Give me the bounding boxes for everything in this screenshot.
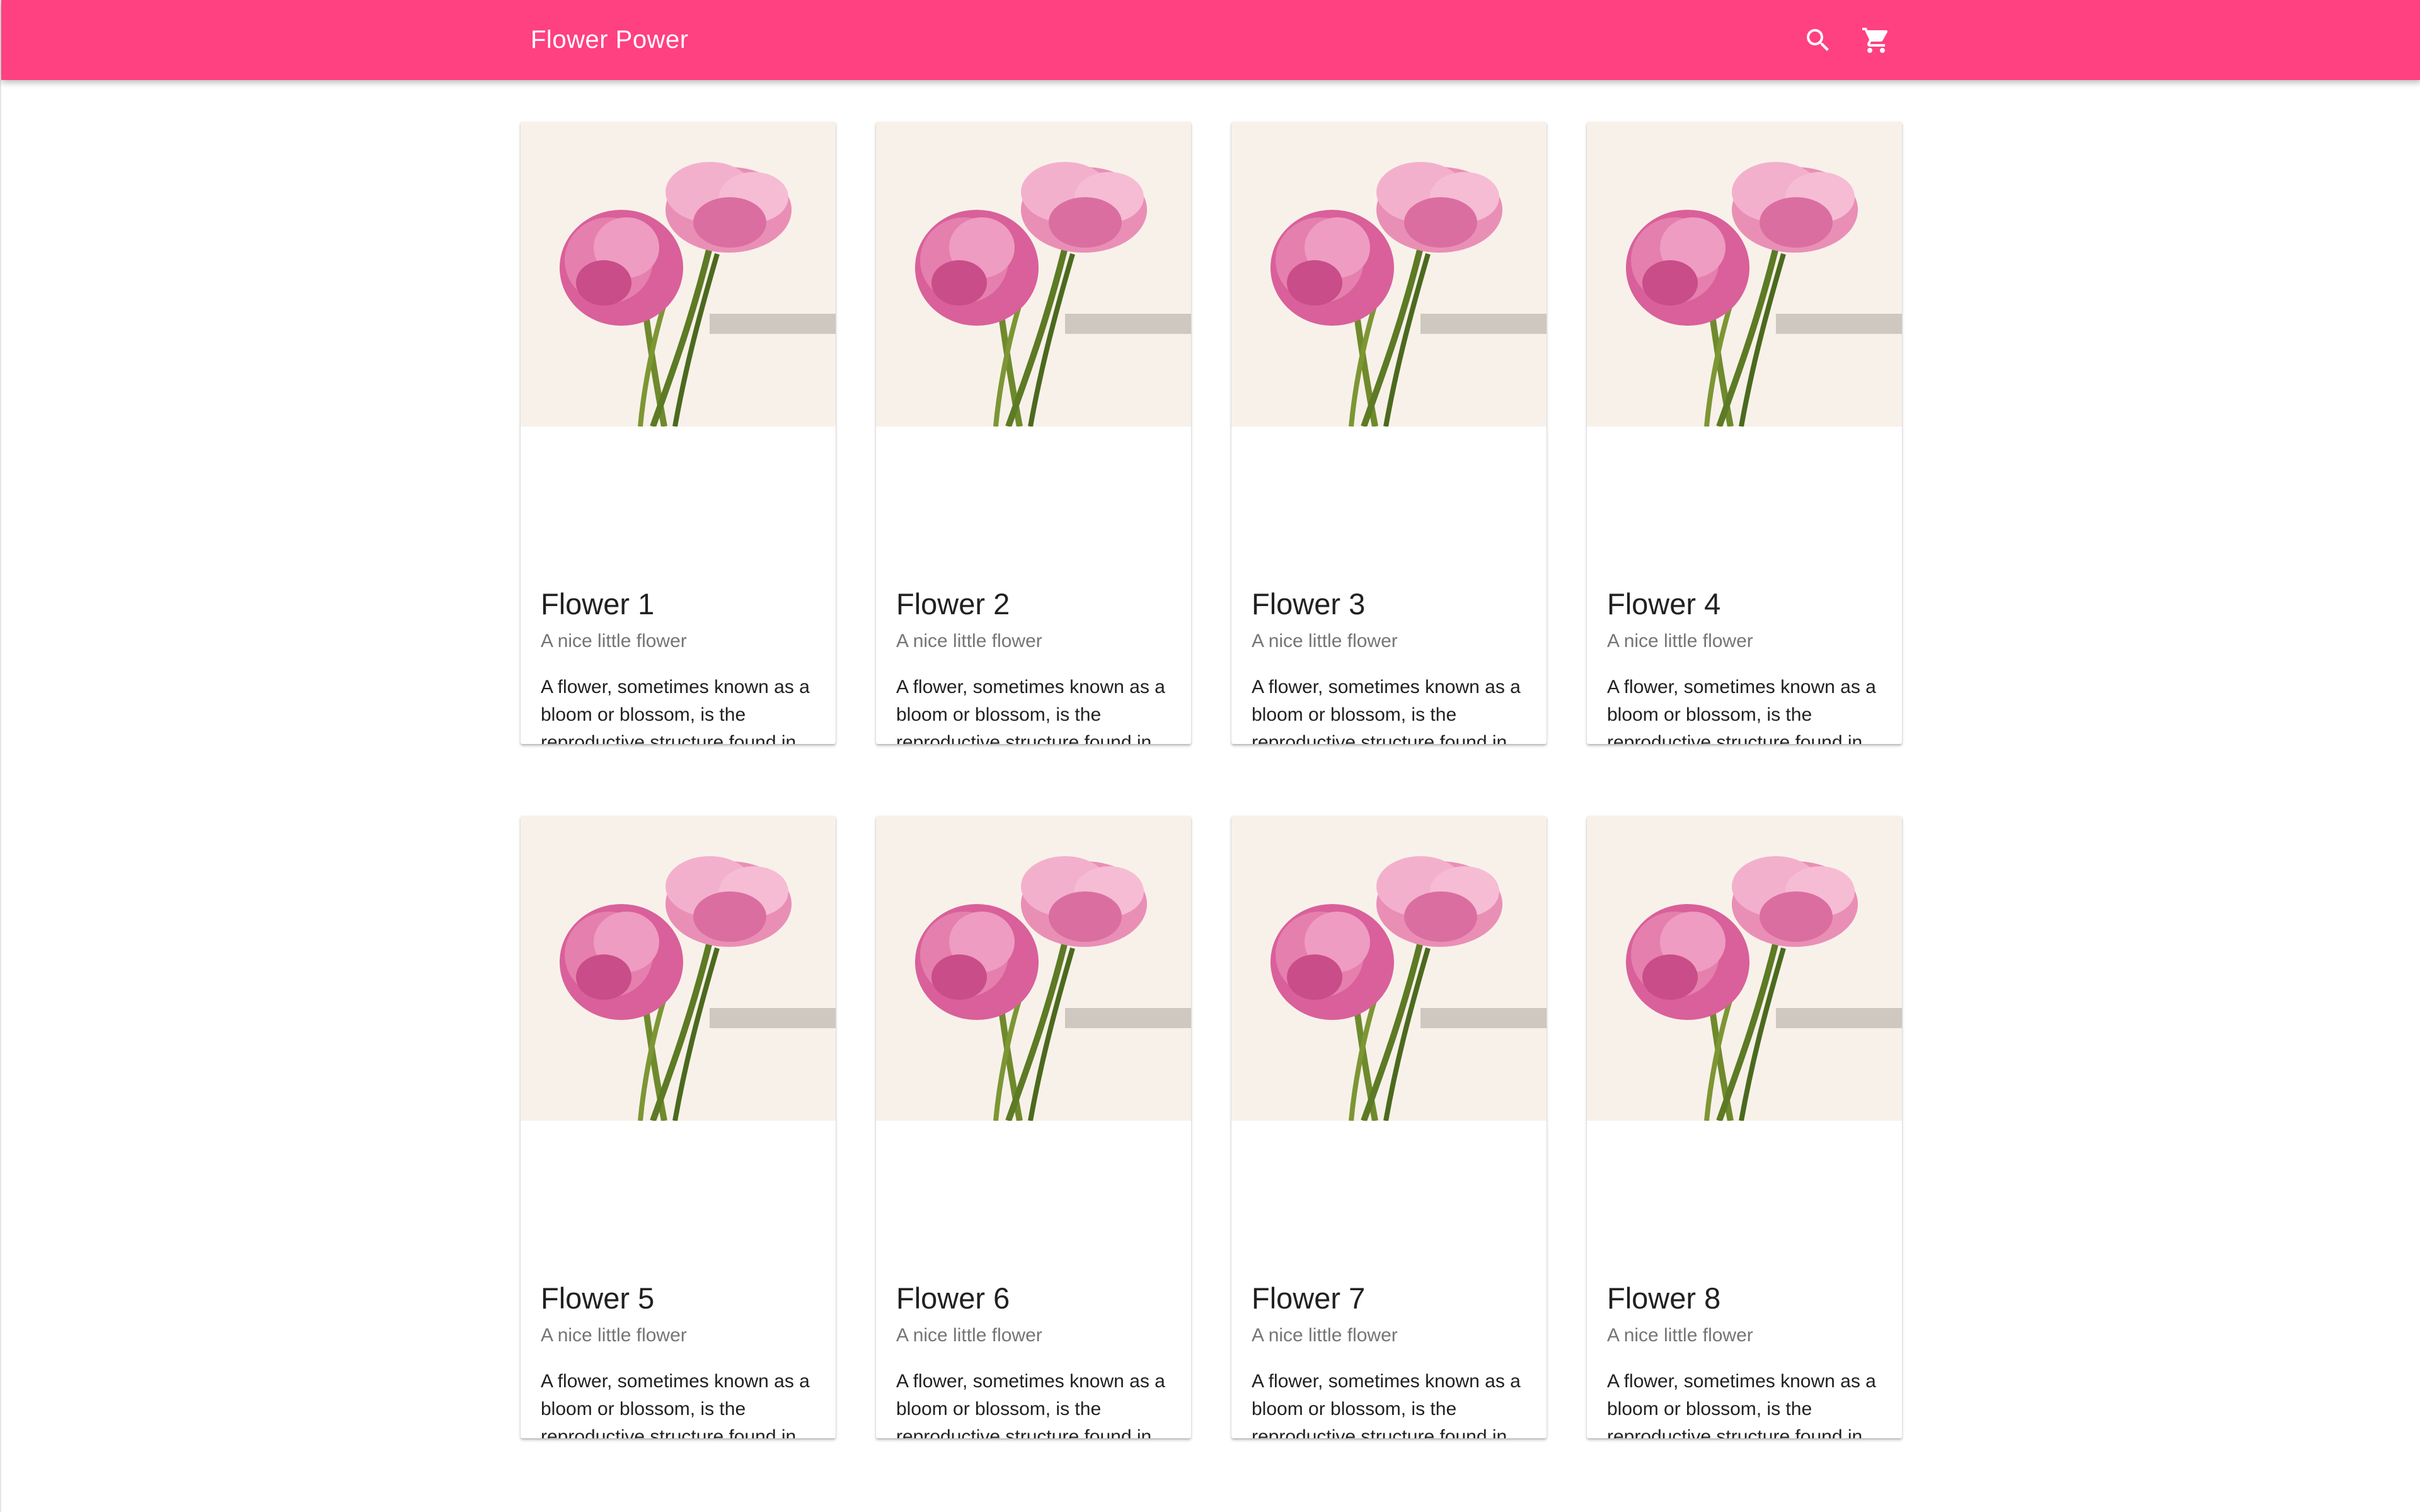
app-title: Flower Power bbox=[531, 26, 689, 54]
card-title: Flower 5 bbox=[541, 1281, 655, 1315]
card-title: Flower 6 bbox=[896, 1281, 1010, 1315]
product-card: Flower 5 A nice little flower A flower, … bbox=[521, 816, 836, 1438]
card-description: A flower, sometimes known as a bloom or … bbox=[1252, 677, 1521, 744]
product-card: Flower 7 A nice little flower A flower, … bbox=[1231, 816, 1547, 1438]
search-icon bbox=[1807, 29, 1829, 51]
card-title: Flower 7 bbox=[1252, 1281, 1366, 1315]
flower-image bbox=[1231, 122, 1547, 427]
product-card: Flower 8 A nice little flower A flower, … bbox=[1587, 816, 1902, 1438]
flower-image bbox=[1587, 816, 1902, 1121]
card-subtitle: A nice little flower bbox=[541, 631, 687, 651]
card-title: Flower 4 bbox=[1607, 587, 1721, 621]
card-subtitle: A nice little flower bbox=[896, 631, 1042, 651]
card-subtitle: A nice little flower bbox=[896, 1325, 1042, 1346]
card-description: A flower, sometimes known as a bloom or … bbox=[896, 677, 1165, 744]
card-description: A flower, sometimes known as a bloom or … bbox=[896, 1371, 1165, 1438]
product-grid: Flower 1 A nice little flower A flower, … bbox=[521, 122, 1902, 1438]
shopping-cart-icon bbox=[1862, 28, 1888, 53]
flower-image bbox=[1231, 816, 1547, 1121]
card-title: Flower 8 bbox=[1607, 1281, 1721, 1315]
product-card: Flower 6 A nice little flower A flower, … bbox=[876, 816, 1191, 1438]
flower-image bbox=[521, 816, 836, 1121]
card-title: Flower 1 bbox=[541, 587, 655, 621]
product-card: Flower 3 A nice little flower A flower, … bbox=[1231, 122, 1547, 744]
product-card: Flower 4 A nice little flower A flower, … bbox=[1587, 122, 1902, 744]
card-title: Flower 2 bbox=[896, 587, 1010, 621]
search-button[interactable] bbox=[1799, 21, 1837, 59]
product-card: Flower 2 A nice little flower A flower, … bbox=[876, 122, 1191, 744]
card-subtitle: A nice little flower bbox=[1607, 631, 1753, 651]
flower-image bbox=[521, 122, 836, 427]
flower-image bbox=[1587, 122, 1902, 427]
app-toolbar: Flower Power bbox=[1, 0, 2420, 80]
card-subtitle: A nice little flower bbox=[541, 1325, 687, 1346]
cart-button[interactable] bbox=[1857, 21, 1895, 59]
card-subtitle: A nice little flower bbox=[1252, 1325, 1398, 1346]
flower-image bbox=[876, 816, 1191, 1121]
card-description: A flower, sometimes known as a bloom or … bbox=[541, 1371, 810, 1438]
product-card: Flower 1 A nice little flower A flower, … bbox=[521, 122, 836, 744]
card-description: A flower, sometimes known as a bloom or … bbox=[541, 677, 810, 744]
flower-image bbox=[876, 122, 1191, 427]
card-description: A flower, sometimes known as a bloom or … bbox=[1252, 1371, 1521, 1438]
card-description: A flower, sometimes known as a bloom or … bbox=[1607, 1371, 1876, 1438]
card-subtitle: A nice little flower bbox=[1607, 1325, 1753, 1346]
card-description: A flower, sometimes known as a bloom or … bbox=[1607, 677, 1876, 744]
card-title: Flower 3 bbox=[1252, 587, 1366, 621]
card-subtitle: A nice little flower bbox=[1252, 631, 1398, 651]
